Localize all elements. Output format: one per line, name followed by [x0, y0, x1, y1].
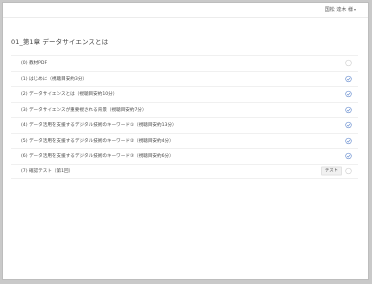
test-badge: テスト — [320, 166, 342, 176]
check-circle-icon — [345, 91, 352, 98]
lesson-label: (7) 確認テスト（第1回） — [21, 169, 74, 175]
lesson-label: (3) データサイエンスが重要視される背景（視聴目安約7分） — [21, 107, 147, 113]
lesson-row[interactable]: (2) データサイエンスとは（視聴目安約10分） — [11, 86, 358, 102]
user-name: 国松 達木 様 — [324, 7, 353, 13]
check-circle-icon — [345, 122, 352, 129]
lesson-list: (0) 教材PDF (1) はじめに（視聴目安約3分） (2) データサイエンスとは… — [11, 55, 358, 179]
check-circle-icon — [345, 137, 352, 144]
lesson-row[interactable]: (3) データサイエンスが重要視される背景（視聴目安約7分） — [11, 101, 358, 118]
lesson-row[interactable]: (4) データ活用を支援するデジタル技術のキーワード①（視聴目安約13分） — [11, 117, 358, 133]
top-bar: 国松 達木 様 ▾ — [3, 3, 368, 18]
lesson-row[interactable]: (6) データ活用を支援するデジタル技術のキーワード③（視聴目安約6分） — [11, 148, 358, 164]
lesson-row[interactable]: (5) データ活用を支援するデジタル技術のキーワード②（視聴目安約4分） — [11, 132, 358, 149]
lesson-label: (0) 教材PDF — [21, 61, 48, 67]
lesson-label: (4) データ活用を支援するデジタル技術のキーワード①（視聴目安約13分） — [21, 123, 177, 129]
chapter-title: 01_第1章 データサイエンスとは — [11, 38, 109, 46]
lesson-label: (1) はじめに（視聴目安約3分） — [21, 76, 88, 82]
lesson-label: (5) データ活用を支援するデジタル技術のキーワード②（視聴目安約4分） — [21, 138, 174, 144]
user-menu[interactable]: 国松 達木 様 ▾ — [325, 6, 356, 13]
app-window: 国松 達木 様 ▾ 01_第1章 データサイエンスとは (0) 教材PDF (1)… — [2, 2, 369, 280]
check-circle-icon — [345, 75, 352, 82]
lesson-label: (6) データ活用を支援するデジタル技術のキーワード③（視聴目安約6分） — [21, 154, 174, 160]
empty-circle-icon — [345, 60, 352, 67]
lesson-label: (2) データサイエンスとは（視聴目安約10分） — [21, 92, 118, 98]
check-circle-icon — [345, 106, 352, 113]
lesson-row[interactable]: (0) 教材PDF — [11, 55, 358, 71]
chevron-down-icon: ▾ — [353, 7, 356, 12]
check-circle-icon — [345, 153, 352, 160]
lesson-row[interactable]: (7) 確認テスト（第1回） テスト — [11, 163, 358, 179]
empty-circle-icon — [345, 168, 352, 175]
lesson-row[interactable]: (1) はじめに（視聴目安約3分） — [11, 70, 358, 87]
